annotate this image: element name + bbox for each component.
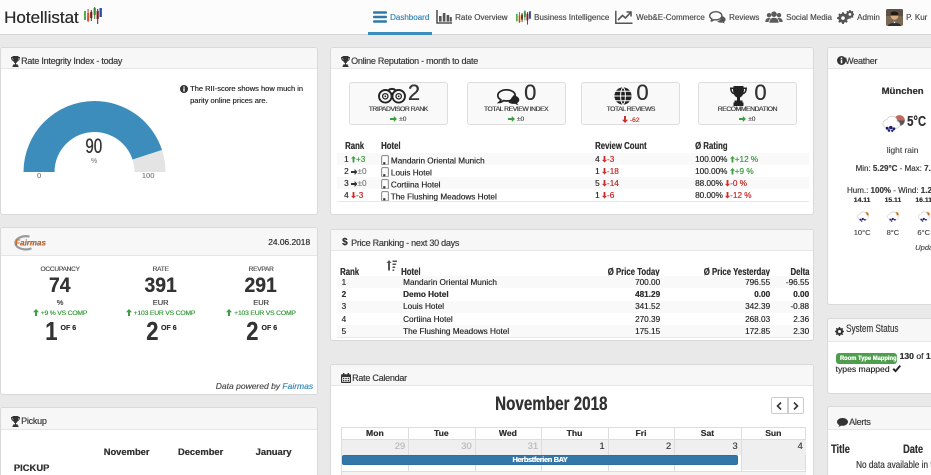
svg-text:Fairmas: Fairmas — [15, 239, 46, 248]
